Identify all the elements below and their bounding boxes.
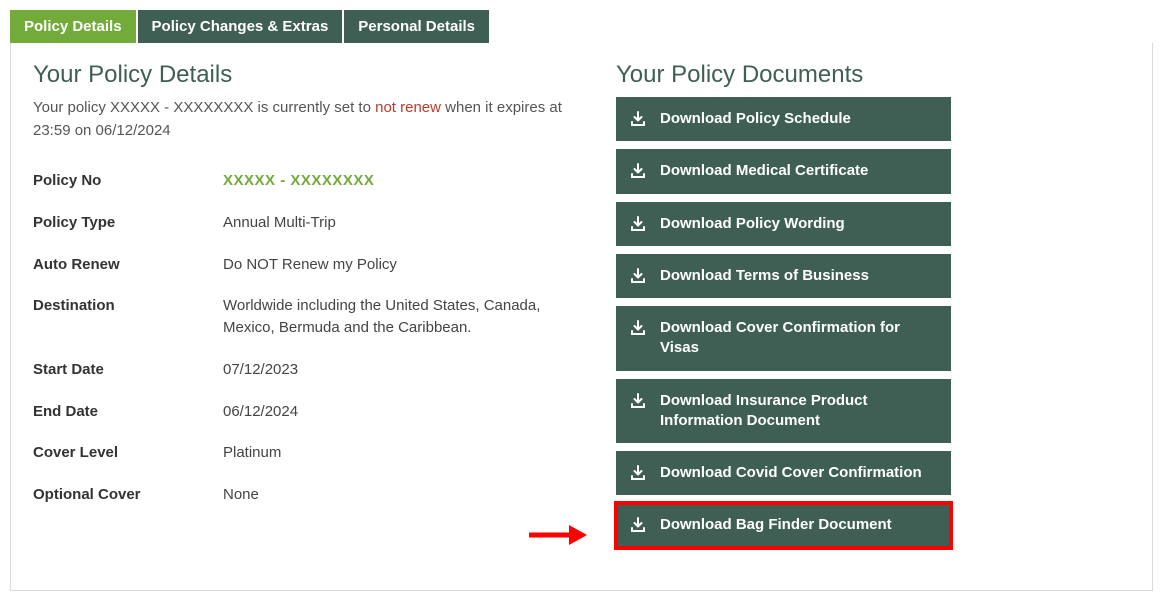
policy-field-row: Policy TypeAnnual Multi-Trip xyxy=(33,202,578,244)
policy-field-value: None xyxy=(223,484,259,506)
download-button-download-policy-schedule[interactable]: Download Policy Schedule xyxy=(616,97,951,141)
policy-field-row: Policy NoXXXXX - XXXXXXXX xyxy=(33,160,578,202)
tab-policy-details[interactable]: Policy Details xyxy=(10,10,136,43)
policy-field-value: 07/12/2023 xyxy=(223,359,298,381)
policy-field-value: Annual Multi-Trip xyxy=(223,212,336,234)
download-button-label: Download Covid Cover Confirmation xyxy=(660,463,922,483)
download-icon xyxy=(630,393,646,409)
tab-personal-details[interactable]: Personal Details xyxy=(344,10,489,43)
download-icon xyxy=(630,517,646,533)
document-buttons-list: Download Policy Schedule Download Medical… xyxy=(616,97,951,548)
policy-field-value: Platinum xyxy=(223,442,281,464)
download-button-download-terms-of-business[interactable]: Download Terms of Business xyxy=(616,254,951,298)
policy-field-row: Start Date07/12/2023 xyxy=(33,349,578,391)
policy-field-value: Worldwide including the United States, C… xyxy=(223,295,578,339)
download-button-label: Download Cover Confirmation for Visas xyxy=(660,318,937,359)
tab-policy-changes-extras[interactable]: Policy Changes & Extras xyxy=(138,10,343,43)
policy-documents-section: Your Policy Documents Download Policy Sc… xyxy=(616,61,951,556)
policy-field-label: Policy Type xyxy=(33,212,223,234)
policy-field-row: Cover LevelPlatinum xyxy=(33,432,578,474)
policy-field-value: Do NOT Renew my Policy xyxy=(223,254,397,276)
policy-field-value: 06/12/2024 xyxy=(223,401,298,423)
download-button-download-medical-certificate[interactable]: Download Medical Certificate xyxy=(616,149,951,193)
intro-prefix: Your policy XXXXX - XXXXXXXX is currentl… xyxy=(33,99,371,116)
download-button-label: Download Policy Schedule xyxy=(660,109,851,129)
policy-details-section: Your Policy Details Your policy XXXXX - … xyxy=(33,61,588,556)
download-button-label: Download Insurance Product Information D… xyxy=(660,391,937,432)
policy-field-row: End Date06/12/2024 xyxy=(33,391,578,433)
download-button-download-bag-finder-document[interactable]: Download Bag Finder Document xyxy=(616,503,951,547)
policy-field-label: Cover Level xyxy=(33,442,223,464)
policy-field-label: End Date xyxy=(33,401,223,423)
policy-field-value: XXXXX - XXXXXXXX xyxy=(223,170,374,192)
download-button-label: Download Terms of Business xyxy=(660,266,869,286)
download-icon xyxy=(630,163,646,179)
download-button-download-covid-cover-confirmation[interactable]: Download Covid Cover Confirmation xyxy=(616,451,951,495)
download-icon xyxy=(630,111,646,127)
download-icon xyxy=(630,268,646,284)
policy-field-label: Auto Renew xyxy=(33,254,223,276)
download-button-download-cover-confirmation-for-visas[interactable]: Download Cover Confirmation for Visas xyxy=(616,306,951,371)
intro-not-renew: not renew xyxy=(375,99,441,116)
tab-label: Policy Details xyxy=(24,18,122,35)
policy-details-panel: Your Policy Details Your policy XXXXX - … xyxy=(10,43,1153,591)
policy-field-label: Optional Cover xyxy=(33,484,223,506)
policy-field-label: Start Date xyxy=(33,359,223,381)
download-button-label: Download Policy Wording xyxy=(660,214,845,234)
policy-field-label: Destination xyxy=(33,295,223,339)
download-icon xyxy=(630,465,646,481)
tab-label: Policy Changes & Extras xyxy=(152,18,329,35)
policy-field-row: Optional CoverNone xyxy=(33,474,578,516)
download-icon xyxy=(630,320,646,336)
tab-label: Personal Details xyxy=(358,18,475,35)
policy-field-row: Auto RenewDo NOT Renew my Policy xyxy=(33,244,578,286)
download-button-download-policy-wording[interactable]: Download Policy Wording xyxy=(616,202,951,246)
policy-details-heading: Your Policy Details xyxy=(33,61,578,89)
policy-fields-list: Policy NoXXXXX - XXXXXXXXPolicy TypeAnnu… xyxy=(33,160,578,516)
policy-intro-text: Your policy XXXXX - XXXXXXXX is currentl… xyxy=(33,97,578,142)
policy-field-label: Policy No xyxy=(33,170,223,192)
download-button-label: Download Medical Certificate xyxy=(660,161,868,181)
download-icon xyxy=(630,216,646,232)
tab-strip: Policy Details Policy Changes & Extras Per… xyxy=(10,10,1153,43)
download-button-label: Download Bag Finder Document xyxy=(660,515,892,535)
download-button-download-insurance-product-information-document[interactable]: Download Insurance Product Information D… xyxy=(616,379,951,444)
policy-field-row: DestinationWorldwide including the Unite… xyxy=(33,285,578,349)
policy-documents-heading: Your Policy Documents xyxy=(616,61,951,89)
